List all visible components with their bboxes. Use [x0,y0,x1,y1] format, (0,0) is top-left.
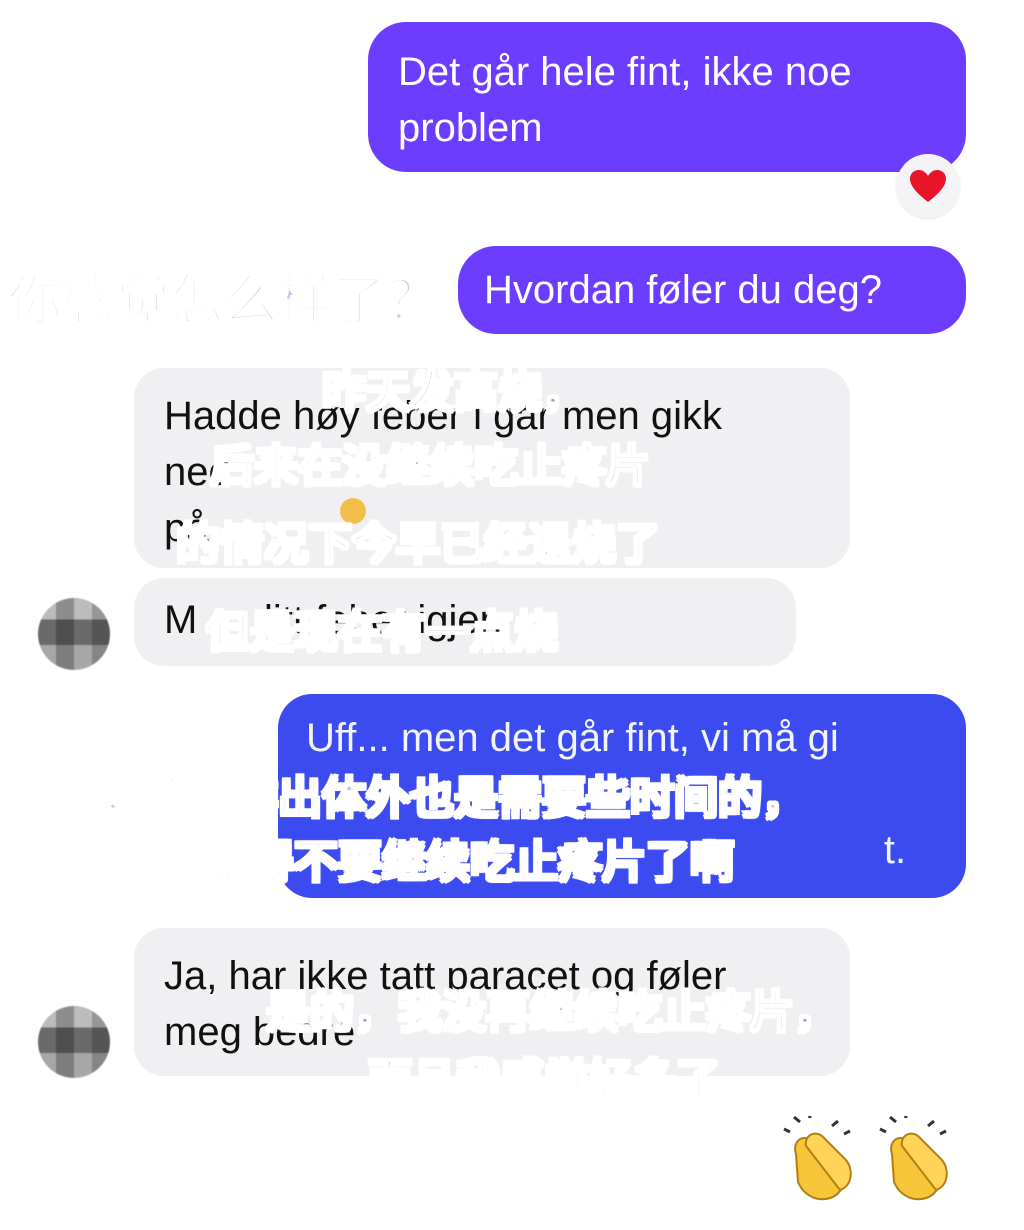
annotation-now: 但是现在有一点烧 [205,606,559,659]
heart-reaction[interactable] [896,154,960,218]
outgoing-message[interactable]: Hvordan føler du deg? [458,246,966,334]
message-text: Hvordan føler du deg? [484,268,883,312]
message-text: Det går hele fint, ikke noe problem [398,50,852,150]
annotation-reply-2: 记得不要继续吃止疼片了啊 [205,836,735,889]
annotation-fever-3: 的情况下今早已经退烧了 [175,518,661,571]
avatar[interactable] [38,1006,110,1078]
annotation-better-2: 而且我感觉好多了。 [367,1054,765,1107]
avatar[interactable] [38,598,110,670]
clapping-hands-icon [783,1116,852,1201]
clapping-hands-icon [879,1116,948,1201]
annotation-reply-1: 唉，病毒排出体外也是需要些时间的， [57,772,807,825]
heart-icon [910,170,946,202]
annotation-fever-1: 昨天发高烧， [321,366,587,419]
annotation-how-feel: 你感觉怎么样了？ [7,268,441,333]
outgoing-message[interactable]: Det går hele fint, ikke noe problem [368,22,966,172]
annotation-fever-2: 后来在没继续吃止疼片 [209,440,651,493]
annotation-better-1: 是的，我没再继续吃止疼片， [265,986,839,1039]
